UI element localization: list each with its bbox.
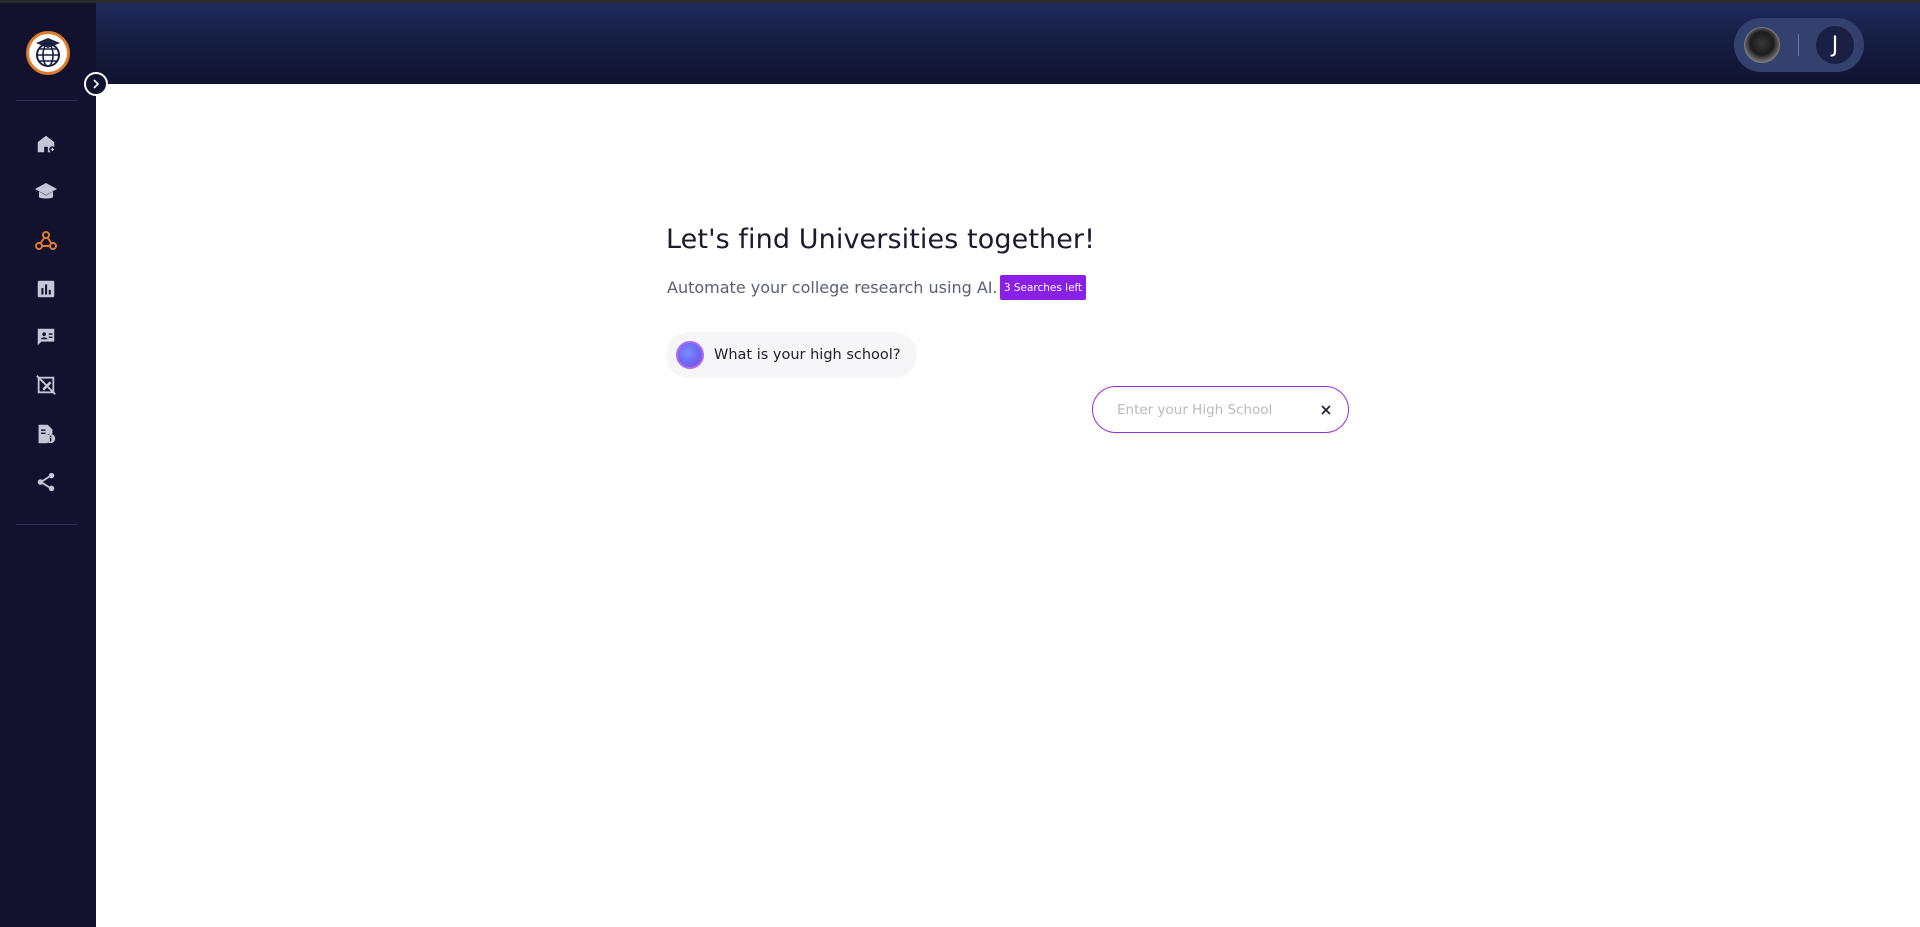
clear-search-button[interactable] (1318, 402, 1334, 418)
chevron-right-icon (93, 79, 100, 89)
profile-separator (1798, 34, 1799, 56)
close-icon (1321, 404, 1331, 415)
sidebar-item-home[interactable] (30, 128, 62, 160)
sidebar-divider-bottom (16, 524, 78, 525)
sidebar-item-universities[interactable] (30, 176, 62, 208)
sidebar-item-analytics[interactable] (30, 273, 62, 305)
school-profile-image[interactable] (1744, 27, 1780, 63)
globe-graduation-icon (36, 38, 60, 67)
sidebar-item-essays[interactable] (30, 369, 62, 401)
user-avatar[interactable]: J (1816, 26, 1854, 64)
assistant-question-bubble: What is your high school? (666, 332, 917, 378)
webhook-icon (35, 231, 57, 250)
chat-person-icon (37, 328, 55, 346)
document-info-icon (38, 424, 56, 444)
sidebar-item-messages[interactable] (30, 321, 62, 353)
high-school-input[interactable] (1117, 401, 1318, 418)
sidebar-toggle-button[interactable] (84, 72, 108, 96)
sidebar-item-documents[interactable] (30, 418, 62, 450)
main-content (96, 84, 1920, 927)
home-icon (37, 135, 56, 153)
top-header (0, 3, 1920, 84)
page-title: Let's find Universities together! (666, 224, 1096, 255)
app-logo[interactable] (26, 31, 70, 75)
high-school-search (1092, 386, 1349, 433)
assistant-question-text: What is your high school? (714, 347, 901, 363)
searches-left-badge: 3 Searches left (1000, 275, 1086, 300)
bar-chart-icon (37, 280, 55, 298)
sidebar-divider-top (16, 100, 78, 101)
assistant-avatar (676, 341, 704, 369)
page-subtitle: Automate your college research using AI. (667, 278, 998, 297)
sidebar-item-ai-search[interactable] (30, 225, 62, 257)
sidebar (0, 3, 96, 927)
graduation-cap-icon (35, 183, 57, 199)
edit-off-icon (36, 375, 56, 395)
sidebar-item-share[interactable] (30, 466, 62, 498)
share-icon (37, 472, 55, 492)
profile-menu[interactable]: J (1734, 18, 1864, 72)
